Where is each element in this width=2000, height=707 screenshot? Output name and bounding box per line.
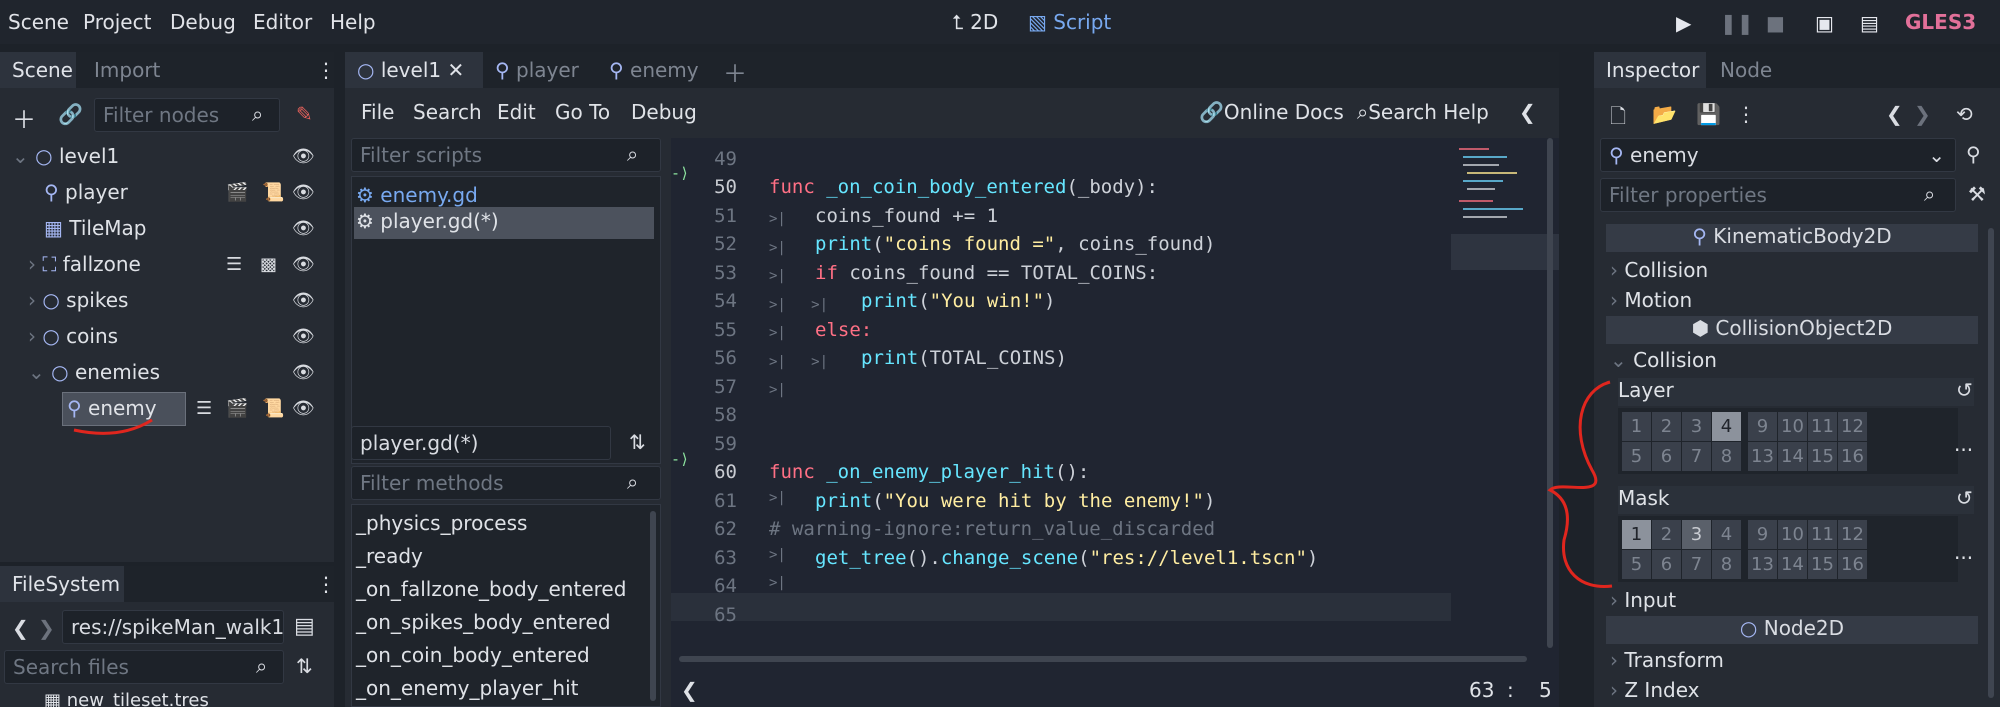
underline-annotation — [73, 418, 153, 435]
bracket-annotation — [1547, 380, 1613, 588]
annotation-overlay — [73, 380, 1613, 588]
